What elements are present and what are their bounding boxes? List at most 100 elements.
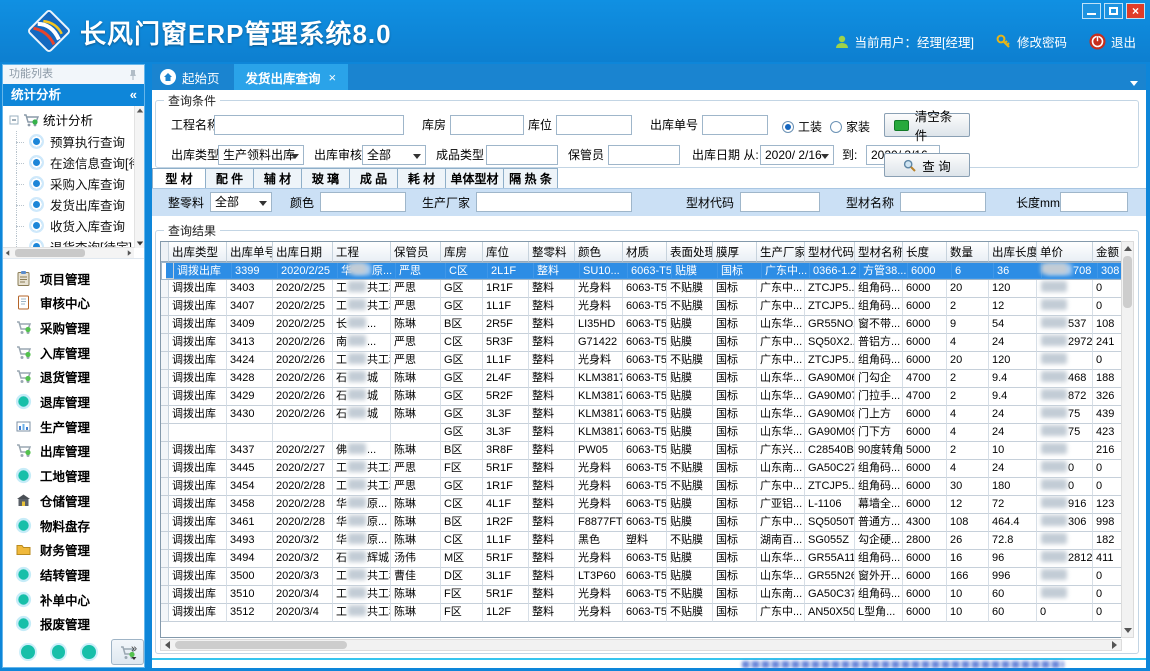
audit-select[interactable]: 全部	[362, 145, 426, 165]
table-row[interactable]: 调拨出库33992020/2/25华原...严思C区2L1F整料SU10...6…	[161, 262, 1124, 280]
table-row[interactable]: 调拨出库34242020/2/26工共工程严思G区1L1F整料光身料6063-T…	[161, 352, 1123, 370]
collapse-icon[interactable]: «	[130, 84, 137, 106]
column-header[interactable]: 材质	[623, 242, 667, 262]
whole-select[interactable]: 全部	[210, 192, 272, 212]
table-row[interactable]: 调拨出库34542020/2/28工共工程严思G区1R1F整料光身料6063-T…	[161, 478, 1123, 496]
scroll-up-icon[interactable]	[137, 109, 143, 113]
project-name-input[interactable]	[214, 115, 404, 135]
column-header[interactable]: 库房	[441, 242, 483, 262]
quickbar-dot-icon[interactable]	[50, 643, 68, 661]
material-tab-2[interactable]: 辅 材	[254, 168, 302, 189]
location-input[interactable]	[556, 115, 632, 135]
manufacturer-input[interactable]	[476, 192, 632, 212]
quickbar-dot-icon[interactable]	[19, 643, 37, 661]
tree-item-4[interactable]: 收货入库查询	[3, 215, 144, 236]
grid-vertical-scrollbar[interactable]	[1121, 241, 1134, 638]
color-input[interactable]	[320, 192, 406, 212]
sidebar-item-4[interactable]: 退货管理	[3, 366, 144, 388]
sidebar-item-6[interactable]: 生产管理	[3, 415, 144, 437]
sidebar-item-0[interactable]: 项目管理	[3, 267, 144, 289]
table-row[interactable]: 调拨出库35002020/3/3工共工程曹佳D区3L1F整料LT3P606063…	[161, 568, 1123, 586]
column-header[interactable]: 出库长度	[989, 242, 1037, 262]
change-password-button[interactable]: 修改密码	[996, 32, 1067, 51]
minimize-button[interactable]	[1082, 3, 1101, 19]
tab-home[interactable]: 起始页	[152, 64, 234, 90]
close-button[interactable]: ×	[1126, 3, 1145, 19]
column-header[interactable]: 单价	[1037, 242, 1093, 262]
scroll-right-icon[interactable]	[1108, 640, 1121, 650]
quickbar-dot-icon[interactable]	[80, 643, 98, 661]
quickbar-cart-button[interactable]	[111, 639, 144, 665]
radio-gongzhuang[interactable]: 工装	[782, 118, 822, 135]
column-header[interactable]: 出库日期	[273, 242, 333, 262]
table-row[interactable]: 调拨出库34372020/2/27佛...陈琳B区3R8F整料PW056063-…	[161, 442, 1123, 460]
keeper-input[interactable]	[608, 145, 680, 165]
maximize-button[interactable]	[1104, 3, 1123, 19]
column-header[interactable]: 型材代码	[805, 242, 855, 262]
material-tab-5[interactable]: 耗 材	[398, 168, 446, 189]
product-type-input[interactable]	[486, 145, 558, 165]
sidebar-group-header[interactable]: 统计分析 «	[3, 84, 144, 106]
column-header[interactable]: 出库单号	[227, 242, 273, 262]
column-header[interactable]: 工程	[333, 242, 391, 262]
sidebar-item-9[interactable]: 仓储管理	[3, 489, 144, 511]
scroll-right-icon[interactable]	[128, 250, 132, 256]
sidebar-item-12[interactable]: 结转管理	[3, 563, 144, 585]
pin-icon[interactable]	[128, 69, 138, 80]
table-row[interactable]: 调拨出库34942020/3/2石辉城汤伟M区5R1F整料光身料6063-T5贴…	[161, 550, 1123, 568]
grid-horizontal-scrollbar[interactable]	[160, 639, 1122, 651]
material-tab-0[interactable]: 型 材	[152, 168, 206, 189]
scrollbar-thumb[interactable]	[1123, 256, 1132, 308]
tree-root[interactable]: 统计分析	[3, 106, 144, 131]
tree-horizontal-scrollbar[interactable]	[3, 247, 134, 258]
tree-vertical-scrollbar[interactable]	[134, 106, 144, 248]
table-row[interactable]: 调拨出库35102020/3/4工共工程陈琳F区5R1F整料光身料6063-T5…	[161, 586, 1123, 604]
close-tab-icon[interactable]: ×	[329, 70, 337, 85]
scroll-down-icon[interactable]	[137, 242, 143, 246]
column-header[interactable]: 保管员	[391, 242, 441, 262]
tree-item-0[interactable]: 预算执行查询	[3, 131, 144, 152]
column-header[interactable]: 库位	[483, 242, 529, 262]
radio-jiazhuang[interactable]: 家装	[830, 118, 870, 135]
material-tab-3[interactable]: 玻 璃	[302, 168, 350, 189]
column-header[interactable]: 整零料	[529, 242, 575, 262]
column-header[interactable]: 表面处理	[667, 242, 713, 262]
table-row[interactable]: G区3L3F整料KLM38176063-T5贴膜国标山东华...GA90M09.…	[161, 424, 1123, 442]
warehouse-input[interactable]	[450, 115, 524, 135]
scroll-up-icon[interactable]	[1122, 242, 1133, 255]
sidebar-item-3[interactable]: 入库管理	[3, 341, 144, 363]
column-header[interactable]: 生产厂家	[757, 242, 805, 262]
column-header[interactable]: 型材名称	[855, 242, 903, 262]
logout-button[interactable]: 退出	[1089, 32, 1136, 51]
sidebar-item-5[interactable]: 退库管理	[3, 391, 144, 413]
table-row[interactable]: 调拨出库34092020/2/25长...陈琳B区2R5F整料LI35HD606…	[161, 316, 1123, 334]
order-no-input[interactable]	[702, 115, 768, 135]
scrollbar-thumb[interactable]	[15, 249, 85, 257]
table-row[interactable]: 调拨出库34292020/2/26石城陈琳G区5R2F整料KLM38176063…	[161, 388, 1123, 406]
length-input[interactable]	[1060, 192, 1128, 212]
expander-icon[interactable]	[9, 115, 19, 125]
sidebar-item-8[interactable]: 工地管理	[3, 465, 144, 487]
sidebar-item-7[interactable]: 出库管理	[3, 440, 144, 462]
date-from-select[interactable]: 2020/ 2/16	[760, 145, 834, 165]
table-row[interactable]: 调拨出库35122020/3/4工共工程陈琳F区1L2F整料光身料6063-T5…	[161, 604, 1123, 622]
tree-item-2[interactable]: 采购入库查询	[3, 173, 144, 194]
sidebar-item-1[interactable]: 审核中心	[3, 292, 144, 314]
sidebar-item-14[interactable]: 报废管理	[3, 613, 144, 635]
out-type-select[interactable]: 生产领料出库	[218, 145, 304, 165]
sidebar-item-11[interactable]: 财务管理	[3, 539, 144, 561]
code-input[interactable]	[740, 192, 820, 212]
tree-item-1[interactable]: 在途信息查询[待	[3, 152, 144, 173]
column-header[interactable]: 颜色	[575, 242, 623, 262]
clear-conditions-button[interactable]: 清空条件	[884, 113, 970, 137]
table-row[interactable]: 调拨出库34282020/2/26石城陈琳G区2L4F整料KLM38176063…	[161, 370, 1123, 388]
name-input[interactable]	[900, 192, 986, 212]
tree-item-3[interactable]: 发货出库查询	[3, 194, 144, 215]
table-row[interactable]: 调拨出库34302020/2/26石城陈琳G区3L3F整料KLM38176063…	[161, 406, 1123, 424]
material-tab-4[interactable]: 成 品	[350, 168, 398, 189]
column-header[interactable]: 金额	[1093, 242, 1124, 262]
table-row[interactable]: 调拨出库34032020/2/25工共工程严思G区1R1F整料光身料6063-T…	[161, 280, 1123, 298]
sidebar-item-13[interactable]: 补单中心	[3, 588, 144, 610]
sidebar-item-10[interactable]: 物料盘存	[3, 514, 144, 536]
scroll-left-icon[interactable]	[161, 640, 174, 650]
